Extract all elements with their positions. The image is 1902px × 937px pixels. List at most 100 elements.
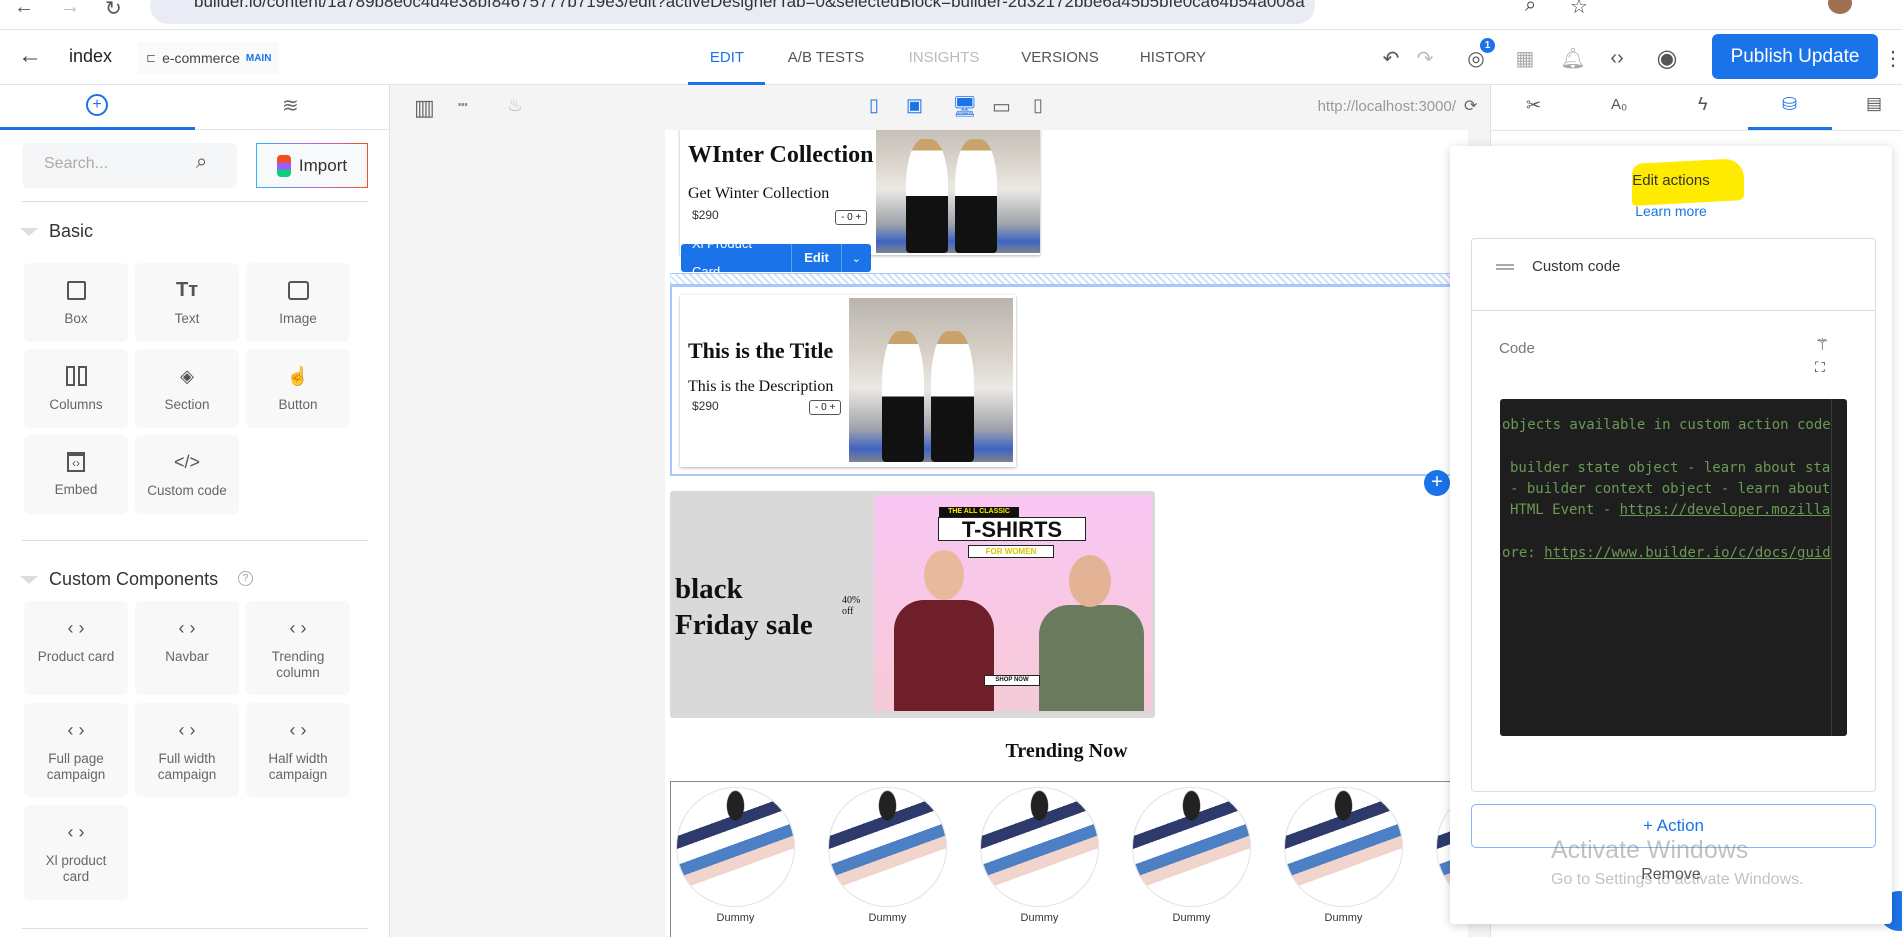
popover-title: Edit actions: [1632, 172, 1710, 189]
card-description: This is the Description: [688, 378, 834, 395]
redo-icon[interactable]: ↷: [1411, 44, 1439, 72]
code-icon: ‹ ›: [67, 822, 85, 842]
reload-icon[interactable]: ↻: [105, 0, 122, 21]
action-card: Custom code Code ⚚ ⛶ objects available i…: [1471, 238, 1876, 792]
block-columns[interactable]: Columns: [24, 349, 128, 428]
undo-icon[interactable]: ↶: [1377, 44, 1405, 72]
tab-ab-tests[interactable]: A/B TESTS: [788, 30, 864, 85]
docs-link[interactable]: https://www.builder.io/c/docs/guid: [1544, 545, 1831, 561]
interactions-bolt-icon[interactable]: ϟ: [1698, 94, 1708, 115]
select-block-icon[interactable]: ▣: [906, 95, 923, 116]
trending-item[interactable]: Dummy: [1132, 787, 1251, 924]
block-text[interactable]: Tт Text: [135, 263, 239, 342]
component-xl-product-card[interactable]: ‹ › Xl product card: [24, 805, 128, 900]
typography-tab-icon[interactable]: A₀: [1611, 96, 1627, 113]
embed-icon: ‹›: [67, 452, 85, 472]
block-custom-code[interactable]: </> Custom code: [135, 435, 239, 514]
collapse-custom-icon[interactable]: [20, 576, 38, 584]
app-header: ← index ⊏ e-commerce MAIN EDIT A/B TESTS…: [0, 30, 1902, 85]
quantity-stepper[interactable]: - 0 +: [835, 210, 868, 225]
block-image[interactable]: Image: [246, 263, 350, 342]
desktop-icon[interactable]: 🖥︎: [952, 94, 977, 119]
component-navbar[interactable]: ‹ › Navbar: [135, 601, 239, 695]
component-full-width-campaign[interactable]: ‹ › Full width campaign: [135, 703, 239, 797]
tab-insights[interactable]: INSIGHTS: [909, 30, 980, 85]
browser-forward-icon[interactable]: →: [60, 0, 80, 19]
responsive-icon[interactable]: ▯: [869, 95, 879, 116]
columns-view-icon[interactable]: ▥: [414, 95, 435, 121]
product-thumbnail: [980, 787, 1099, 907]
add-block-plus-button[interactable]: +: [1424, 470, 1450, 496]
trending-item[interactable]: Dummy: [676, 787, 795, 924]
bookmark-star-icon[interactable]: ☆: [1570, 0, 1588, 19]
code-icon[interactable]: ‹›: [1603, 44, 1631, 72]
style-tab-icon[interactable]: ✂: [1526, 95, 1541, 116]
preview-eye-icon[interactable]: ◉: [1653, 44, 1681, 72]
tab-versions[interactable]: VERSIONS: [1021, 30, 1099, 85]
block-section[interactable]: ◈ Section: [135, 349, 239, 428]
product-card-selected[interactable]: This is the Title This is the Descriptio…: [680, 295, 1016, 467]
component-product-card[interactable]: ‹ › Product card: [24, 601, 128, 695]
back-arrow-icon[interactable]: ←: [18, 42, 42, 70]
trending-grid: Dummy Dummy Dummy Dummy Dummy: [670, 781, 1468, 937]
figma-import-button[interactable]: Import: [256, 143, 368, 188]
layers-tab-icon[interactable]: ≋: [282, 93, 299, 118]
canvas: ▥ ┅ ♨ ▯ ▣ 🖥︎ ▭ ▯ http://localhost:3000/ …: [390, 85, 1490, 937]
tablet-icon[interactable]: ▭: [992, 94, 1011, 119]
code-icon: ‹ ›: [289, 618, 307, 638]
collapse-basic-icon[interactable]: [20, 228, 38, 236]
edit-block-button[interactable]: Edit: [792, 244, 842, 272]
canvas-toolbar: ▥ ┅ ♨ ▯ ▣ 🖥︎ ▭ ▯ http://localhost:3000/ …: [390, 85, 1490, 130]
component-half-width-campaign[interactable]: ‹ › Half width campaign: [246, 703, 350, 797]
zoom-search-icon[interactable]: ⌕: [1525, 0, 1536, 17]
mobile-icon[interactable]: ▯: [1033, 95, 1043, 116]
code-editor[interactable]: objects available in custom action code …: [1500, 399, 1847, 736]
data-database-icon[interactable]: ⛁: [1782, 94, 1797, 115]
insert-tab-plus-icon[interactable]: +: [86, 94, 108, 116]
edit-actions-popover: Edit actions Learn more Custom code Code…: [1450, 146, 1892, 924]
tab-history[interactable]: HISTORY: [1140, 30, 1206, 85]
basic-section-title: Basic: [49, 221, 94, 241]
block-embed[interactable]: ‹› Embed: [24, 435, 128, 514]
help-icon[interactable]: ?: [238, 571, 253, 586]
component-full-page-campaign[interactable]: ‹ › Full page campaign: [24, 703, 128, 797]
action-name: Custom code: [1532, 258, 1621, 275]
bell-icon[interactable]: 🔔︎: [1559, 44, 1587, 72]
profile-avatar[interactable]: [1828, 0, 1852, 14]
notification-badge: 1: [1480, 38, 1495, 53]
spacing-icon[interactable]: ┅: [458, 95, 468, 115]
address-bar[interactable]: builder.io/content/1a789b8e0c4d4e38bf846…: [150, 0, 1315, 24]
more-vertical-icon[interactable]: ⋮: [1879, 44, 1902, 72]
trending-item[interactable]: Dummy: [828, 787, 947, 924]
search-icon: ⌕: [196, 151, 208, 173]
divider: [22, 201, 368, 202]
editor-scrollbar[interactable]: [1831, 399, 1832, 736]
code-icon: ‹ ›: [178, 720, 196, 740]
refresh-icon[interactable]: ⟳: [1464, 96, 1477, 116]
trending-item[interactable]: Dummy: [980, 787, 1099, 924]
active-sidebar-tab-indicator: [0, 127, 195, 130]
box-icon: [66, 279, 86, 301]
black-friday-banner[interactable]: black Friday sale 40% off THE ALL CLASSI…: [670, 491, 1155, 718]
preview-url[interactable]: http://localhost:3000/: [1290, 98, 1456, 115]
quantity-stepper[interactable]: - 0 +: [809, 400, 842, 415]
mdn-link[interactable]: https://developer.mozilla: [1620, 502, 1831, 518]
space-selector[interactable]: ⊏ e-commerce MAIN: [138, 42, 280, 74]
product-image: [849, 298, 1013, 462]
component-trending-column[interactable]: ‹ › Trending column: [246, 601, 350, 695]
comments-icon[interactable]: ▤: [1866, 94, 1882, 114]
learn-more-link[interactable]: Learn more: [1450, 203, 1892, 219]
magic-wand-icon[interactable]: ⚚: [1815, 335, 1829, 355]
chevron-down-icon[interactable]: ⌄: [842, 252, 871, 265]
flame-icon[interactable]: ♨: [507, 95, 523, 116]
fullscreen-icon[interactable]: ⛶: [1815, 359, 1825, 376]
columns-icon: [65, 365, 87, 387]
publish-update-button[interactable]: Publish Update: [1712, 34, 1878, 79]
drag-handle-icon[interactable]: [1496, 264, 1514, 270]
block-box[interactable]: Box: [24, 263, 128, 342]
block-button[interactable]: ☝ Button: [246, 349, 350, 428]
browser-back-icon[interactable]: ←: [14, 0, 34, 19]
tab-edit[interactable]: EDIT: [710, 30, 744, 85]
trending-item[interactable]: Dummy: [1284, 787, 1403, 924]
schedule-calendar-icon[interactable]: ▦: [1511, 44, 1539, 72]
